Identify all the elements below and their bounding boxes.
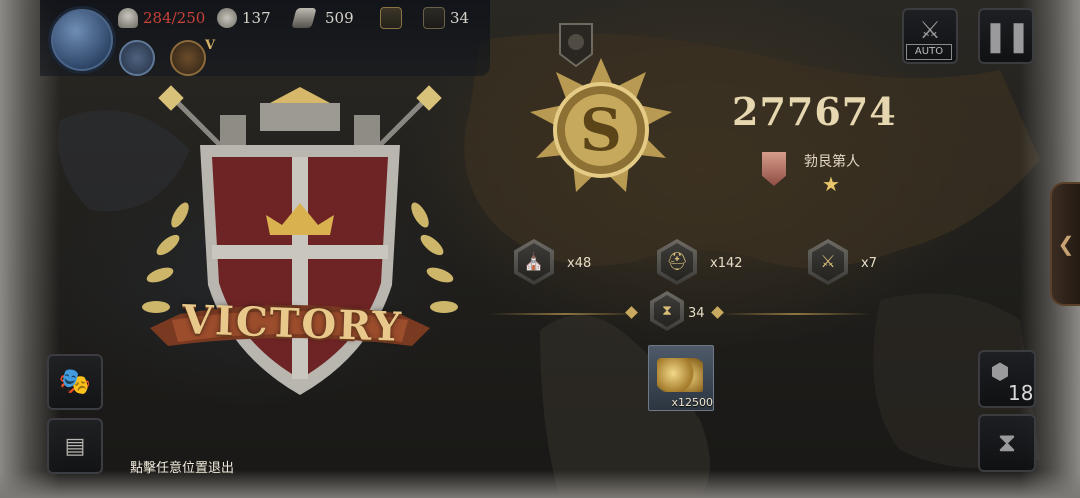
pause-button[interactable]: ❚❚	[978, 8, 1034, 64]
coin-icon	[217, 8, 237, 28]
gold-coins-icon	[657, 358, 703, 392]
theater-masks-button[interactable]: 🎭	[47, 354, 103, 410]
star-icon: ★	[822, 172, 840, 196]
svg-text:S: S	[580, 96, 622, 164]
game-screen[interactable]: 284/250 137 509 34 V ⚔ AUTO ❚❚ ❮ VICTORY…	[0, 0, 1080, 498]
chevron-left-icon: ❮	[1057, 232, 1075, 256]
scales-icon	[380, 7, 402, 29]
score-rank-medal: S	[530, 58, 672, 192]
theater-masks-icon: 🎭	[58, 367, 92, 397]
crossed-swords-icon: ⚔	[919, 16, 941, 44]
cities-count: x48	[567, 256, 592, 271]
broken-weapon-icon: ⚔	[820, 252, 836, 272]
soldiers-count: 284/250	[143, 9, 206, 27]
hourglass-icon	[423, 7, 445, 29]
faction-emblem[interactable]	[48, 6, 116, 74]
general-portrait[interactable]	[119, 40, 155, 76]
side-panel-tab[interactable]: ❮	[1050, 182, 1080, 306]
rank-portrait[interactable]	[170, 40, 206, 76]
turn-resource: 34	[380, 7, 470, 29]
pause-icon: ❚❚	[982, 18, 1031, 54]
hexagons-icon: ⬢	[990, 359, 1010, 385]
coin-count: 137	[242, 9, 271, 27]
reward-quantity: x12500	[671, 396, 713, 409]
turn-count: 34	[450, 9, 470, 27]
rank-letter: V	[205, 38, 216, 53]
divider-left	[490, 313, 640, 315]
city-icon: ⛪	[523, 252, 545, 272]
battle-score: 277674	[732, 89, 897, 134]
end-turn-button[interactable]: ⧗	[978, 414, 1036, 472]
iron-bar-icon	[291, 8, 317, 28]
scroll-map-button[interactable]: ▤	[47, 418, 103, 474]
reward-gold: x12500	[648, 345, 714, 411]
helmet-icon	[118, 8, 138, 28]
kills-count: x142	[710, 256, 743, 271]
soldiers-resource: 284/250	[118, 8, 205, 28]
rank-title: 勃艮第人	[804, 154, 860, 170]
auto-label: AUTO	[906, 44, 952, 60]
helmet-icon: ⛑	[666, 252, 688, 272]
losses-count: x7	[861, 256, 877, 271]
scroll-map-icon: ▤	[64, 433, 86, 459]
coin-resource: 137	[217, 8, 271, 28]
victory-title: VICTORY	[181, 296, 404, 351]
turns-count: 34	[688, 306, 705, 321]
hourglass-icon: ⧗	[662, 303, 672, 319]
units-count: 18	[1008, 381, 1034, 405]
iron-count: 509	[325, 9, 354, 27]
hourglass-icon: ⧗	[997, 427, 1017, 458]
iron-resource: 509	[291, 8, 354, 28]
exit-hint: 點擊任意位置退出	[130, 461, 235, 476]
divider-right	[720, 313, 870, 315]
